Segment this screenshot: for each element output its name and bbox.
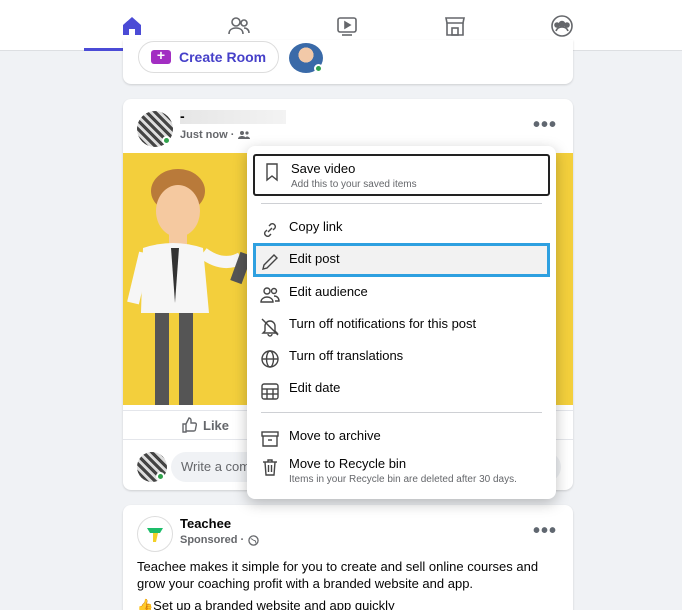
sponsored-options-button[interactable]: ••• [533, 520, 557, 543]
archive-icon [259, 428, 281, 450]
sponsored-text-line2: 👍Set up a branded website and app quickl… [137, 598, 395, 610]
create-room-label: Create Room [179, 49, 267, 65]
menu-item-label: Edit post [289, 251, 340, 266]
audience-icon [259, 284, 281, 306]
bookmark-icon [261, 161, 283, 183]
menu-item-label: Save video [291, 161, 356, 176]
menu-item-turn-off-translations[interactable]: Turn off translations [253, 348, 550, 370]
menu-item-save-video[interactable]: Save video Add this to your saved items [253, 154, 550, 196]
home-icon [123, 16, 141, 35]
post-options-menu: Save video Add this to your saved items … [247, 146, 556, 499]
menu-item-move-to-recycle-bin[interactable]: Move to Recycle bin Items in your Recycl… [253, 456, 550, 485]
teachee-logo[interactable] [137, 516, 173, 552]
calendar-icon [259, 380, 281, 402]
sponsored-text: Teachee makes it simple for you to creat… [137, 559, 539, 591]
like-button[interactable]: Like [181, 417, 229, 433]
sponsor-name[interactable]: Teachee [180, 516, 231, 531]
pencil-icon [259, 251, 281, 273]
globe-icon [248, 534, 259, 546]
online-indicator [156, 472, 165, 481]
menu-item-label: Turn off notifications for this post [289, 316, 477, 331]
menu-item-label: Edit date [289, 380, 341, 395]
link-icon [259, 219, 281, 241]
online-indicator [314, 64, 323, 73]
sponsored-label: Sponsored · [180, 534, 245, 546]
author-name-redacted [180, 110, 286, 124]
menu-item-label: Edit audience [289, 284, 368, 299]
menu-item-move-to-archive[interactable]: Move to archive [253, 428, 550, 450]
menu-item-label: Copy link [289, 219, 343, 234]
like-label: Like [203, 417, 230, 433]
globe-icon [259, 348, 281, 370]
video-plus-icon [151, 47, 171, 64]
menu-item-sublabel: Items in your Recycle bin are deleted af… [289, 474, 517, 485]
sponsored-meta: Sponsored · [180, 534, 259, 546]
post-meta: Just now · [180, 129, 251, 141]
menu-item-label: Move to Recycle bin [289, 456, 407, 471]
author-name[interactable]: - [180, 108, 185, 124]
bell-off-icon [259, 316, 281, 338]
menu-item-edit-post[interactable]: Edit post [253, 243, 550, 277]
menu-divider [261, 412, 542, 413]
menu-item-label: Turn off translations [289, 348, 404, 363]
thumbs-up-icon [182, 417, 197, 433]
friends-audience-icon [238, 131, 251, 139]
teachee-logo-icon [147, 528, 163, 542]
friends-icon [228, 16, 250, 34]
groups-icon [551, 14, 573, 37]
watch-icon [337, 16, 357, 36]
menu-divider [261, 203, 542, 204]
menu-item-edit-date[interactable]: Edit date [253, 380, 550, 402]
menu-item-sublabel: Add this to your saved items [291, 179, 417, 190]
trash-icon [259, 456, 281, 478]
post-time[interactable]: Just now · [180, 129, 234, 141]
create-room-button[interactable]: Create Room [138, 41, 280, 73]
menu-item-label: Move to archive [289, 428, 381, 443]
menu-item-turn-off-notifications[interactable]: Turn off notifications for this post [253, 316, 550, 338]
menu-item-edit-audience[interactable]: Edit audience [253, 284, 550, 306]
post-options-button[interactable]: ••• [533, 114, 557, 137]
menu-item-copy-link[interactable]: Copy link [253, 219, 550, 241]
online-indicator [162, 136, 171, 145]
marketplace-icon [445, 16, 465, 36]
